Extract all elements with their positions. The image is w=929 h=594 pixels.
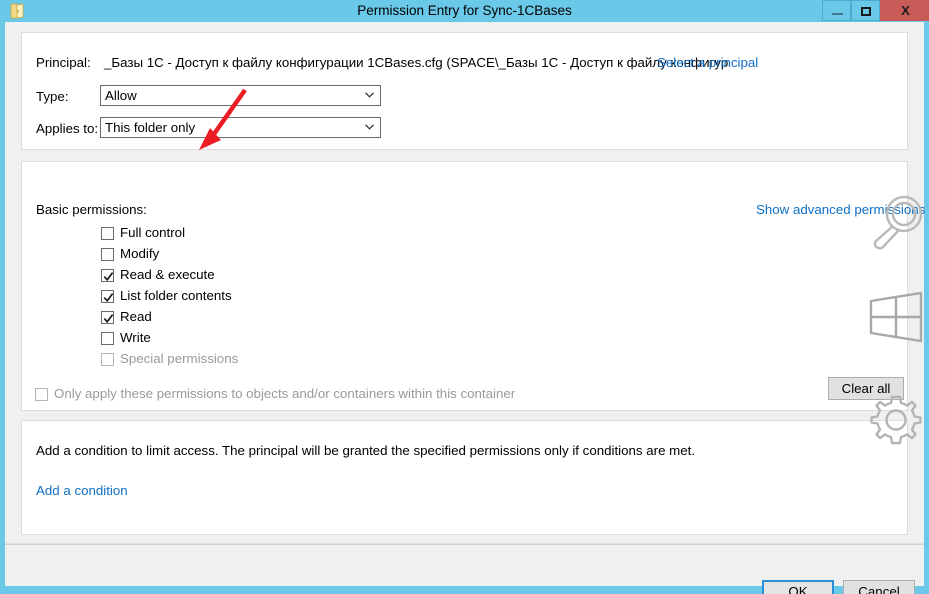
checkbox-only-apply-to-container	[35, 387, 48, 401]
checkbox-full-control[interactable]	[101, 226, 114, 240]
permission-label: List folder contents	[120, 288, 232, 303]
check-icon	[103, 312, 114, 324]
cancel-label: Cancel	[858, 583, 900, 594]
cancel-button[interactable]: Cancel	[843, 580, 915, 594]
footer-divider	[5, 544, 924, 545]
permission-label: Modify	[120, 246, 160, 261]
title-bar: Permission Entry for Sync-1CBases X	[0, 0, 929, 22]
type-label: Type:	[36, 89, 69, 104]
applies-to-combobox[interactable]: This folder only	[100, 117, 381, 138]
maximize-icon	[861, 7, 871, 16]
principal-panel: Principal: _Базы 1C - Доступ к файлу кон…	[21, 32, 908, 150]
conditions-panel: Add a condition to limit access. The pri…	[21, 420, 908, 535]
check-icon	[103, 291, 114, 303]
check-icon	[103, 270, 114, 282]
permission-label: Read	[120, 309, 152, 324]
window-controls: X	[822, 0, 929, 22]
permission-label: Write	[120, 330, 151, 345]
dialog-body: Principal: _Базы 1C - Доступ к файлу кон…	[5, 22, 925, 594]
chevron-down-icon	[365, 92, 374, 98]
select-a-principal-link[interactable]: Select a principal	[657, 55, 758, 71]
window-title: Permission Entry for Sync-1CBases	[357, 3, 572, 18]
ok-button[interactable]: OK	[762, 580, 834, 594]
applies-to-label: Applies to:	[36, 121, 99, 136]
permission-row-special-permissions: Special permissions	[101, 351, 238, 367]
checkbox-read-execute[interactable]	[101, 268, 114, 282]
applies-to-combobox-value: This folder only	[105, 120, 196, 135]
permission-row-read-execute[interactable]: Read & execute	[101, 267, 215, 283]
checkbox-list-folder-contents[interactable]	[101, 289, 114, 303]
principal-value: _Базы 1C - Доступ к файлу конфигурации 1…	[104, 55, 729, 70]
add-a-condition-link[interactable]: Add a condition	[36, 483, 128, 499]
basic-permissions-heading: Basic permissions:	[36, 202, 147, 217]
permission-row-read[interactable]: Read	[101, 309, 152, 325]
ok-label: OK	[788, 583, 808, 594]
permission-label: Special permissions	[120, 351, 239, 366]
permission-row-write[interactable]: Write	[101, 330, 151, 346]
close-icon: X	[901, 3, 910, 18]
checkbox-write[interactable]	[101, 331, 114, 345]
condition-description: Add a condition to limit access. The pri…	[36, 443, 696, 458]
clear-all-button[interactable]: Clear all	[828, 377, 904, 400]
clear-all-label: Clear all	[841, 380, 891, 396]
only-apply-label: Only apply these permissions to objects …	[54, 386, 516, 401]
type-combobox-value: Allow	[105, 88, 137, 103]
principal-label: Principal:	[36, 55, 91, 70]
chevron-down-icon	[365, 124, 374, 130]
show-advanced-permissions-link[interactable]: Show advanced permissions	[756, 202, 925, 218]
minimize-icon	[832, 13, 843, 15]
minimize-button[interactable]	[822, 0, 851, 21]
permission-row-list-folder-contents[interactable]: List folder contents	[101, 288, 232, 304]
checkbox-read[interactable]	[101, 310, 114, 324]
type-combobox[interactable]: Allow	[100, 85, 381, 106]
maximize-button[interactable]	[851, 0, 880, 21]
basic-permissions-panel: Basic permissions: Show advanced permiss…	[21, 161, 925, 411]
permission-label: Read & execute	[120, 267, 215, 282]
permission-row-full-control[interactable]: Full control	[101, 225, 185, 241]
permission-label: Full control	[120, 225, 186, 240]
permission-entry-dialog: Permission Entry for Sync-1CBases X Prin…	[0, 0, 929, 594]
checkbox-special-permissions	[101, 352, 114, 366]
permission-row-modify[interactable]: Modify	[101, 246, 159, 262]
checkbox-modify[interactable]	[101, 247, 114, 261]
close-button[interactable]: X	[880, 0, 929, 21]
only-apply-row: Only apply these permissions to objects …	[35, 386, 515, 402]
